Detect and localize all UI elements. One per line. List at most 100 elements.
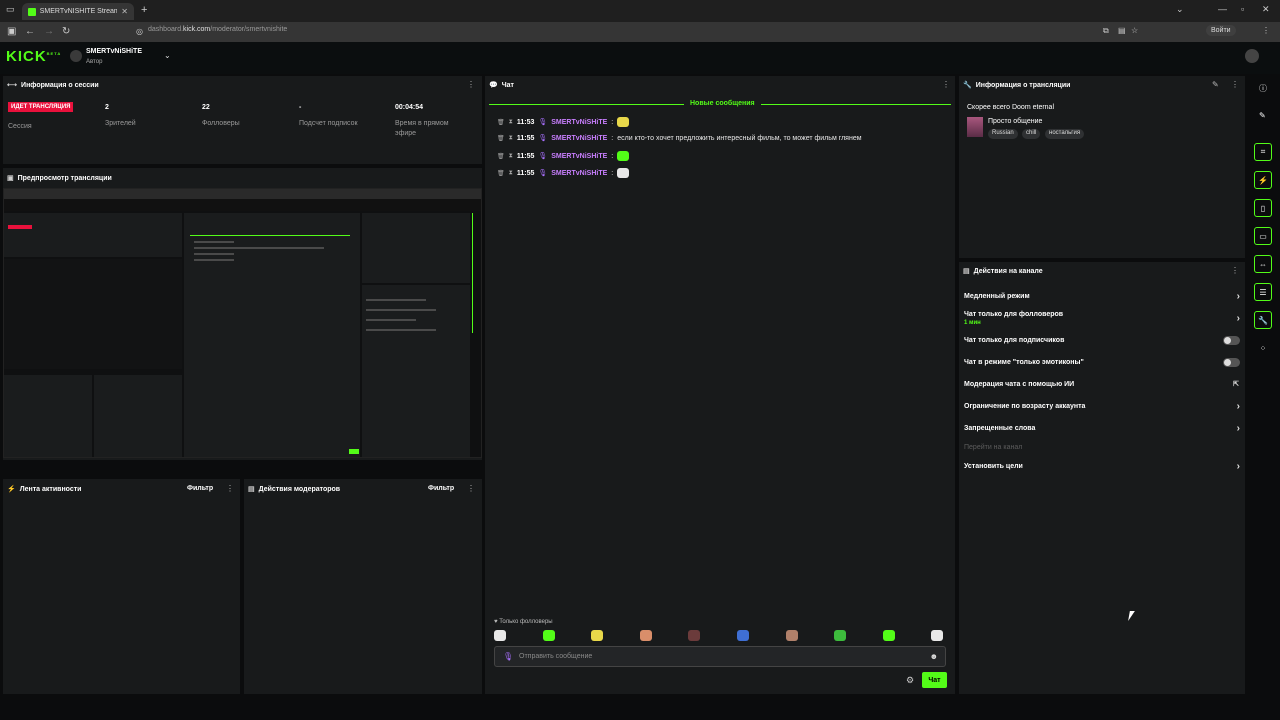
tab-close-icon[interactable]: ✕ <box>121 7 128 16</box>
chat-message[interactable]: 🗑 ⧗ 11:55 🎙 SMERTvNiSHiTE: <box>497 168 630 178</box>
quick-emote[interactable] <box>834 630 847 641</box>
account-age-row[interactable]: Ограничение по возрасту аккаунта › <box>964 401 1240 419</box>
session-menu-icon[interactable]: ⋮ <box>467 80 475 89</box>
chevron-right-icon: › <box>1236 423 1240 434</box>
back-icon[interactable]: ← <box>25 26 35 37</box>
stat-viewers-label: Зрителей <box>105 120 136 127</box>
close-window-icon[interactable]: ✕ <box>1262 4 1270 15</box>
chat-input[interactable]: 🎙 Отправить сообщение ☻ <box>494 646 946 667</box>
quick-emote[interactable] <box>882 630 895 641</box>
wrench-icon[interactable]: 🔧 <box>1254 311 1272 329</box>
tab-search-icon[interactable]: ⌄ <box>1176 4 1184 15</box>
timeout-icon[interactable]: ⧗ <box>509 135 513 142</box>
send-chat-button[interactable]: Чат <box>922 672 947 688</box>
reload-icon[interactable]: ↻ <box>62 26 70 37</box>
broadcaster-badge-icon: 🎙 <box>538 170 548 177</box>
quick-emote[interactable] <box>639 630 652 641</box>
broadcaster-badge-icon: 🎙 <box>538 119 548 126</box>
kick-logo[interactable]: KICKBETA <box>6 48 61 65</box>
browser-tab[interactable]: SMERTvNISHITE Stream - K ✕ <box>22 3 134 20</box>
stream-preview-video[interactable] <box>3 188 482 458</box>
channel-name[interactable]: SMERTvNiSHiTE <box>86 48 142 55</box>
stat-followers-value: 22 <box>202 104 210 111</box>
mod-actions-filter-button[interactable]: Фильтр <box>428 485 454 492</box>
ai-moderation-row[interactable]: Модерация чата с помощью ИИ ⇱ <box>964 381 1240 397</box>
quick-emote[interactable] <box>688 630 701 641</box>
subscribers-only-toggle[interactable] <box>1223 336 1240 345</box>
site-info-icon[interactable]: ◎ <box>136 27 143 36</box>
chat-placeholder: Отправить сообщение <box>519 653 593 660</box>
delete-icon[interactable]: 🗑 <box>497 135 505 142</box>
storage-icon[interactable]: ☰ <box>1254 283 1272 301</box>
banned-words-row[interactable]: Запрещенные слова › <box>964 423 1240 441</box>
browser-menu-icon[interactable]: ⋮ <box>1262 26 1270 35</box>
timeout-icon[interactable]: ⧗ <box>509 170 513 177</box>
info-icon[interactable]: ⓘ <box>1259 83 1267 94</box>
raid-icon[interactable]: ⇔ <box>1254 255 1272 273</box>
emotes-only-toggle[interactable] <box>1223 358 1240 367</box>
live-badge: ИДЕТ ТРАНСЛЯЦИЯ <box>8 102 74 112</box>
delete-icon[interactable]: 🗑 <box>497 119 505 126</box>
forward-icon[interactable]: → <box>44 26 54 37</box>
followers-only-notice: ♥ Только фолловеры <box>494 619 553 625</box>
delete-icon[interactable]: 🗑 <box>497 170 505 177</box>
activity-filter-button[interactable]: Фильтр <box>187 485 213 492</box>
set-goals-row[interactable]: Установить цели › <box>964 461 1240 479</box>
stat-uptime-value: 00:04:54 <box>395 104 424 111</box>
channel-role: Автор <box>86 59 103 65</box>
quick-emote[interactable] <box>931 630 944 641</box>
stat-followers-label: Фолловеры <box>202 120 240 127</box>
go-to-channel-row[interactable]: Перейти на канал <box>964 444 1240 460</box>
quick-emote[interactable] <box>542 630 555 641</box>
activity-menu-icon[interactable]: ⋮ <box>226 484 234 493</box>
timeout-icon[interactable]: ⧗ <box>509 119 513 126</box>
maximize-icon[interactable]: ▫ <box>1241 4 1244 14</box>
chat-username[interactable]: SMERTvNiSHiTE <box>551 170 607 177</box>
chat-icon[interactable]: ▭ <box>1254 227 1272 245</box>
url-field[interactable]: dashboard.kick.com/moderator/smertvnishi… <box>148 26 287 33</box>
live-label: Сессия <box>8 123 32 130</box>
chat-message[interactable]: 🗑 ⧗ 11:55 🎙 SMERTvNiSHiTE: <box>497 151 630 161</box>
channel-actions-menu-icon[interactable]: ⋮ <box>1231 266 1239 275</box>
session-icon: ⟷ <box>7 82 18 89</box>
tab-list-icon[interactable]: ▭ <box>6 4 15 15</box>
quick-emote[interactable] <box>785 630 798 641</box>
bookmark-icon[interactable]: ▯ <box>1254 199 1272 217</box>
quick-emote[interactable] <box>591 630 604 641</box>
clip-icon[interactable]: ⌗ <box>1254 143 1272 161</box>
chat-message[interactable]: 🗑 ⧗ 11:53 🎙 SMERTvNiSHiTE: <box>497 117 630 127</box>
new-tab-button[interactable]: + <box>141 4 147 16</box>
channel-switch-chevron-icon[interactable]: ⌄ <box>164 51 171 60</box>
quick-emote[interactable] <box>737 630 749 641</box>
chat-username[interactable]: SMERTvNiSHiTE <box>551 135 607 142</box>
apps-icon[interactable]: ⁘ <box>1254 339 1272 357</box>
stream-info-menu-icon[interactable]: ⋮ <box>1231 80 1239 89</box>
slow-mode-row[interactable]: Медленный режим › <box>964 291 1240 309</box>
channel-avatar[interactable] <box>70 50 82 62</box>
mod-actions-menu-icon[interactable]: ⋮ <box>467 484 475 493</box>
stream-category[interactable]: Просто общение <box>988 118 1042 125</box>
subscribers-only-row: Чат только для подписчиков <box>964 336 1240 353</box>
stat-uptime-label: Время в прямом эфире <box>395 120 449 137</box>
chat-username[interactable]: SMERTvNiSHiTE <box>551 119 607 126</box>
pencil-icon[interactable]: ✎ <box>1259 111 1266 120</box>
followers-only-row[interactable]: Чат только для фолловеров 1 мин › <box>964 311 1240 327</box>
media-icon[interactable]: ▤ <box>1118 26 1126 35</box>
user-avatar[interactable] <box>1245 49 1259 63</box>
chat-username[interactable]: SMERTvNiSHiTE <box>551 153 607 160</box>
mic-badge-icon: 🎙 <box>503 652 514 661</box>
chat-menu-icon[interactable]: ⋮ <box>942 80 950 89</box>
bookmark-star-icon[interactable]: ☆ <box>1131 26 1138 35</box>
quick-emote[interactable] <box>494 630 506 641</box>
edit-stream-pencil-icon[interactable]: ✎ <box>1212 80 1219 89</box>
timeout-icon[interactable]: ⧗ <box>509 153 513 160</box>
emoji-picker-icon[interactable]: ☻ <box>930 652 938 661</box>
install-app-icon[interactable]: ⧉ <box>1103 26 1109 36</box>
chat-settings-icon[interactable]: ⚙ <box>906 675 914 686</box>
lightning-icon[interactable]: ⚡ <box>1254 171 1272 189</box>
chat-message[interactable]: 🗑 ⧗ 11:55 🎙 SMERTvNiSHiTE: если кто-то х… <box>497 134 862 143</box>
delete-icon[interactable]: 🗑 <box>497 153 505 160</box>
browser-login-button[interactable]: Войти <box>1206 25 1236 36</box>
minimize-icon[interactable]: — <box>1218 4 1227 14</box>
sidebar-icon[interactable]: ▣ <box>7 26 16 37</box>
